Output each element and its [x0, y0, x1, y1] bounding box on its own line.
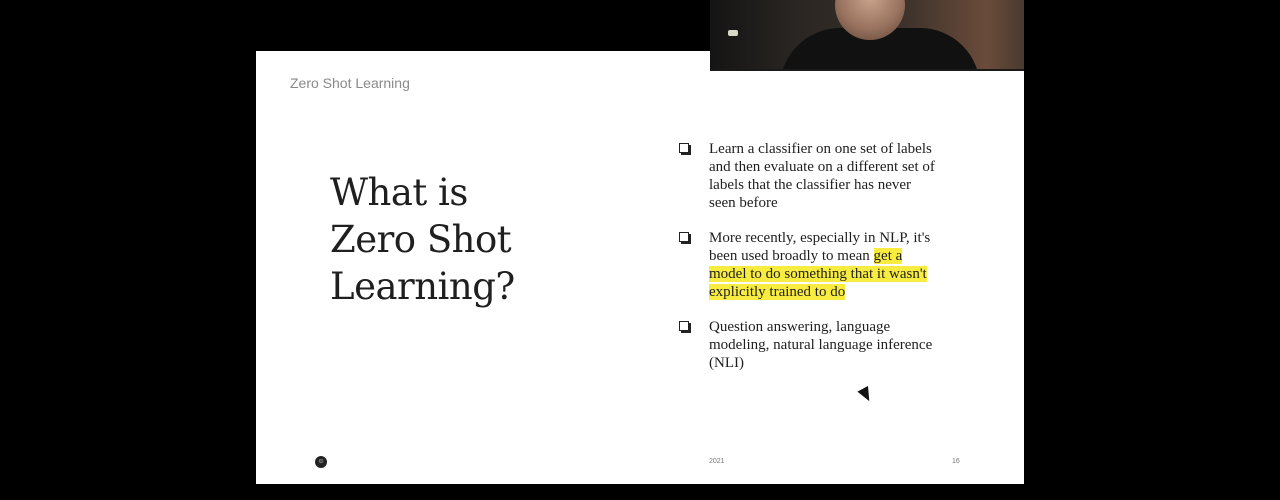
footer-year: 2021: [709, 458, 725, 465]
checkbox-icon: [679, 232, 689, 242]
freddie-logo-icon: ☺: [315, 456, 327, 468]
bullet-list: Learn a classifier on one set of labels …: [679, 140, 939, 389]
footer-page-number: 16: [952, 458, 960, 465]
bullet-text: Learn a classifier on one set of labels …: [709, 141, 935, 211]
bullet-text: Question answering, language modeling, n…: [709, 319, 933, 371]
slide-title-line-1: What is: [330, 171, 468, 214]
bullet-item: Learn a classifier on one set of labels …: [679, 140, 939, 212]
presentation-slide: Zero Shot Learning What is Zero Shot Lea…: [256, 51, 1024, 484]
bullet-item: Question answering, language modeling, n…: [679, 318, 939, 372]
webcam-feed: [710, 0, 1024, 71]
slide-header: Zero Shot Learning: [290, 75, 410, 91]
webcam-background-light: [728, 30, 738, 36]
slide-title-line-3: Learning?: [330, 265, 515, 308]
slide-title-line-2: Zero Shot: [330, 218, 512, 261]
bullet-item: More recently, especially in NLP, it's b…: [679, 229, 939, 301]
slide-title: What is Zero Shot Learning?: [330, 169, 590, 310]
checkbox-icon: [679, 321, 689, 331]
checkbox-icon: [679, 143, 689, 153]
